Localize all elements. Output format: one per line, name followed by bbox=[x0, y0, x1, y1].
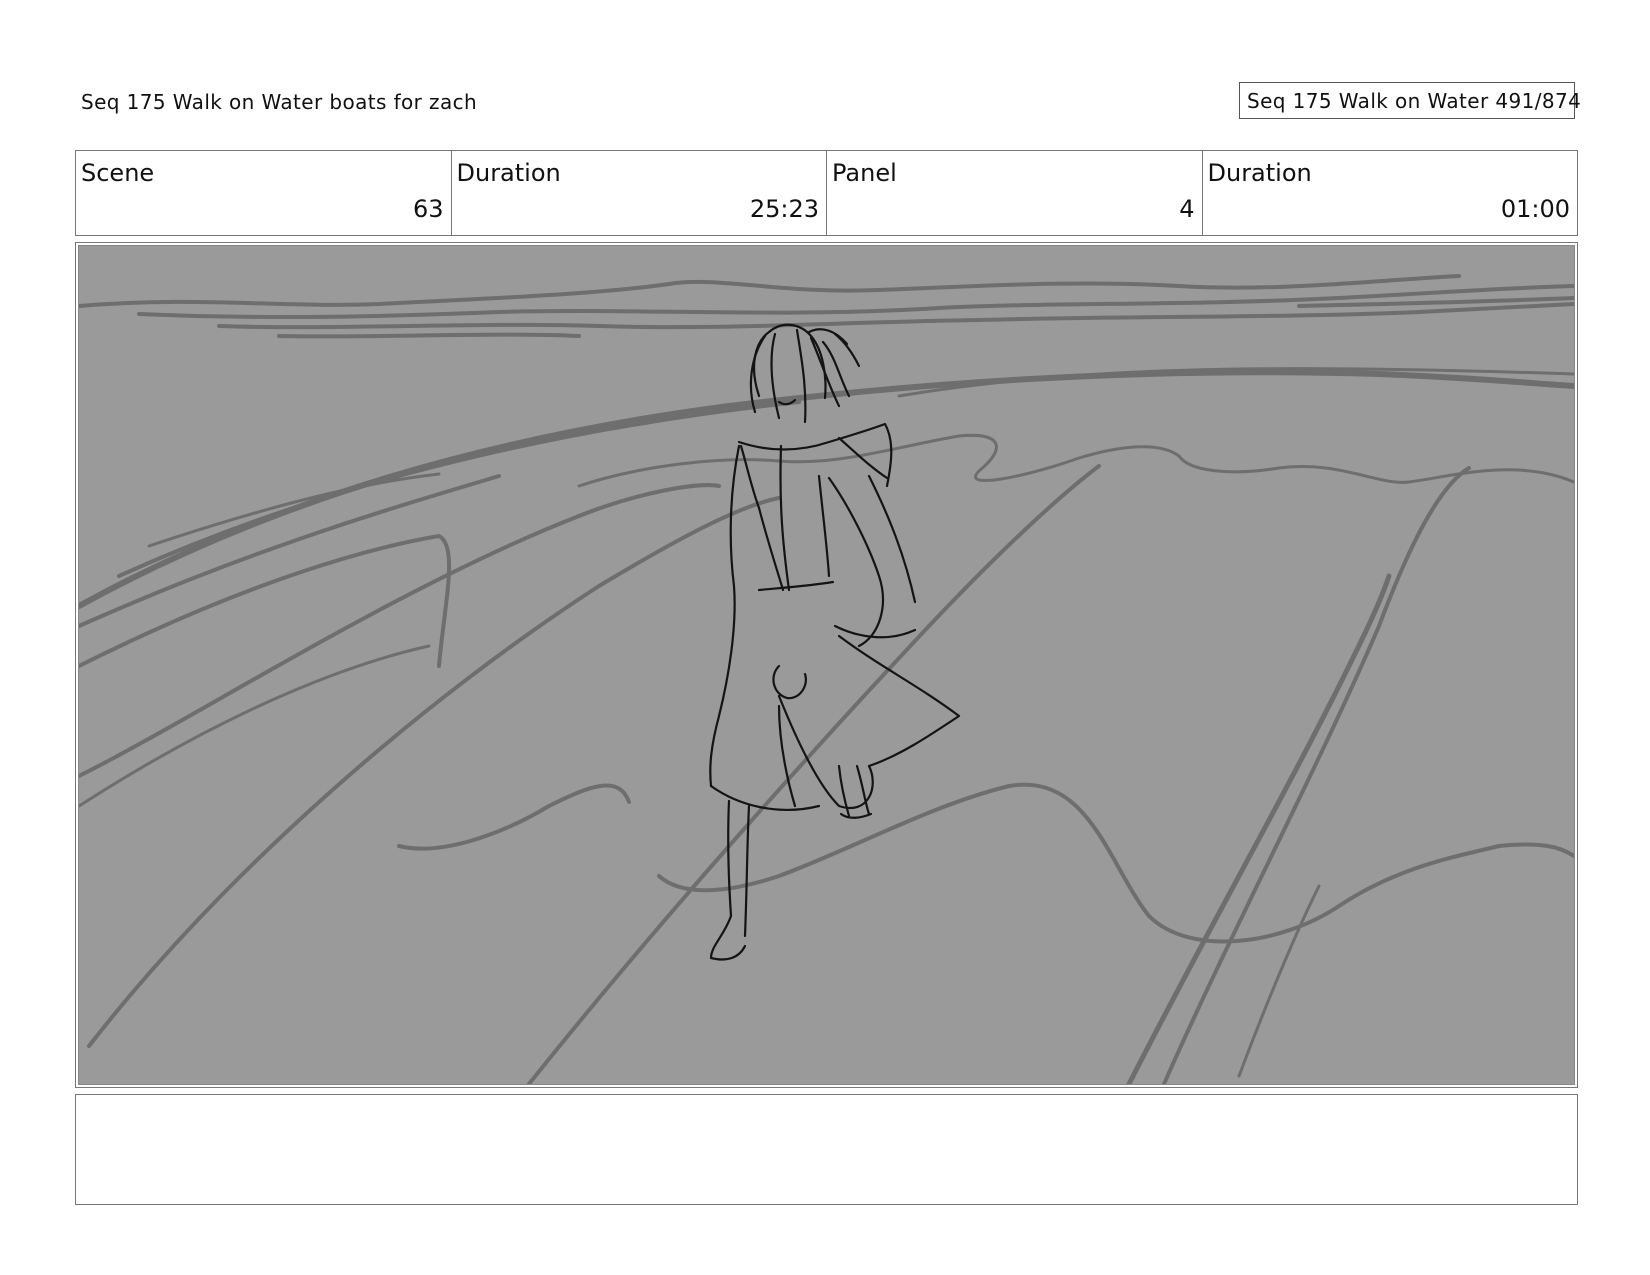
scene-duration-value: 25:23 bbox=[749, 195, 819, 223]
panel-duration-cell: Duration 01:00 bbox=[1203, 151, 1578, 235]
scene-label: Scene bbox=[81, 159, 155, 187]
page-indicator: Seq 175 Walk on Water 491/874 bbox=[1239, 82, 1581, 119]
scene-cell: Scene 63 bbox=[76, 151, 452, 235]
panel-value: 4 bbox=[1179, 195, 1195, 223]
panel-label: Panel bbox=[832, 159, 897, 187]
sketch-drawing bbox=[79, 274, 1574, 1084]
scene-duration-cell: Duration 25:23 bbox=[452, 151, 827, 235]
storyboard-sketch bbox=[78, 245, 1575, 1085]
panel-notes-box bbox=[75, 1094, 1578, 1205]
scene-duration-label: Duration bbox=[456, 159, 561, 187]
panel-duration-label: Duration bbox=[1207, 159, 1312, 187]
scene-value: 63 bbox=[412, 195, 444, 223]
panel-duration-value: 01:00 bbox=[1500, 195, 1570, 223]
scene-info-table: Scene 63 Duration 25:23 Panel 4 Duration… bbox=[75, 150, 1578, 236]
sequence-title: Seq 175 Walk on Water boats for zach bbox=[81, 90, 478, 114]
panel-cell: Panel 4 bbox=[827, 151, 1203, 235]
